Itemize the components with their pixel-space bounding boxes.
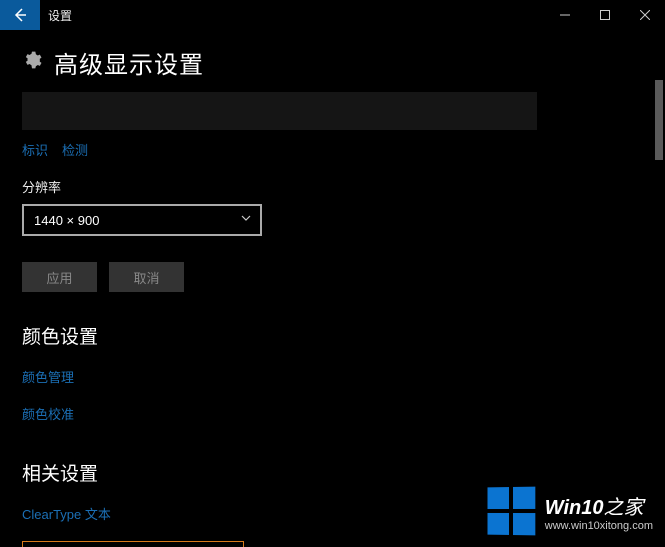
close-button[interactable] xyxy=(625,0,665,30)
window-title: 设置 xyxy=(48,7,72,24)
color-management-link[interactable]: 颜色管理 xyxy=(22,367,643,386)
apply-button[interactable]: 应用 xyxy=(22,262,97,292)
title-bar: 设置 xyxy=(0,0,665,30)
resolution-select[interactable]: 1440 × 900 xyxy=(22,204,262,236)
cleartype-text-link[interactable]: ClearType 文本 xyxy=(22,504,643,523)
maximize-button[interactable] xyxy=(585,0,625,30)
detect-link[interactable]: 检测 xyxy=(62,140,88,159)
related-settings-heading: 相关设置 xyxy=(22,459,643,486)
minimize-button[interactable] xyxy=(545,0,585,30)
display-preview xyxy=(22,92,537,130)
minimize-icon xyxy=(560,10,570,20)
advanced-text-sizing-link[interactable]: 文本和其他项目大小调整的高级选项 xyxy=(22,541,244,547)
color-settings-heading: 颜色设置 xyxy=(22,322,643,349)
identify-link[interactable]: 标识 xyxy=(22,140,48,159)
arrow-left-icon xyxy=(12,7,28,23)
back-button[interactable] xyxy=(0,0,40,30)
resolution-label: 分辨率 xyxy=(22,177,643,196)
close-icon xyxy=(640,10,650,20)
gear-icon xyxy=(22,50,42,75)
cancel-button[interactable]: 取消 xyxy=(109,262,184,292)
resolution-value: 1440 × 900 xyxy=(34,213,99,228)
chevron-down-icon xyxy=(240,211,252,229)
page-title: 高级显示设置 xyxy=(54,45,204,80)
scrollbar-thumb[interactable] xyxy=(655,80,663,160)
color-calibration-link[interactable]: 颜色校准 xyxy=(22,404,643,423)
maximize-icon xyxy=(600,10,610,20)
